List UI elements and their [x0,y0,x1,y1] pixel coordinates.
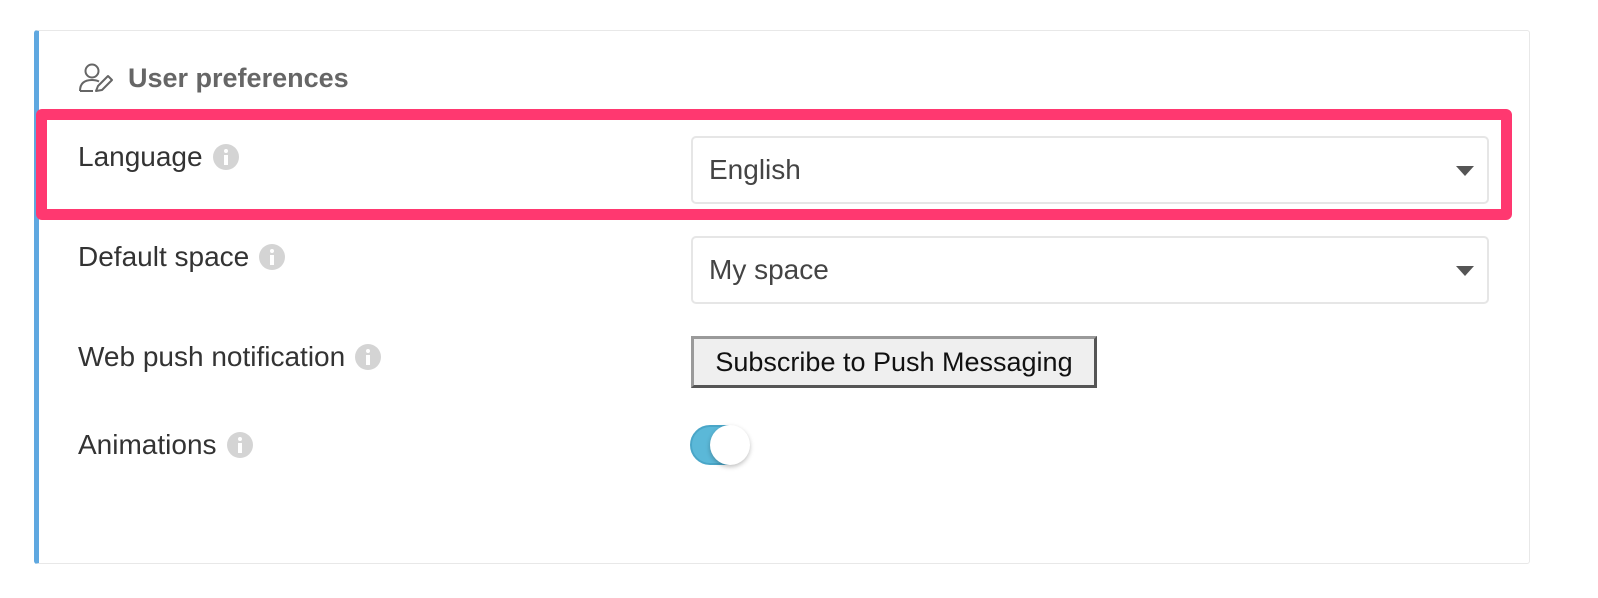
page-title: User preferences [128,62,349,93]
default-space-label: Default space [78,241,250,272]
toggle-knob [710,425,750,465]
web-push-label: Web push notification [78,341,346,372]
language-row: Language [78,137,239,177]
default-space-row: Default space [78,237,286,277]
language-select[interactable]: English [691,136,1489,204]
default-space-selected-value: My space [709,254,829,285]
info-icon[interactable] [226,432,253,458]
chevron-down-icon [1456,266,1474,276]
animations-toggle[interactable] [690,423,754,467]
animations-label: Animations [78,429,217,460]
language-selected-value: English [709,154,801,185]
user-edit-icon [78,62,114,94]
card-header: User preferences [78,60,349,96]
info-icon[interactable] [259,244,286,270]
language-label: Language [78,141,203,172]
chevron-down-icon [1456,166,1474,176]
default-space-select[interactable]: My space [691,236,1489,304]
subscribe-push-button[interactable]: Subscribe to Push Messaging [691,336,1097,388]
info-icon[interactable] [355,344,382,370]
web-push-row: Web push notification [78,337,382,377]
info-icon[interactable] [212,144,239,170]
animations-row: Animations [78,425,253,465]
